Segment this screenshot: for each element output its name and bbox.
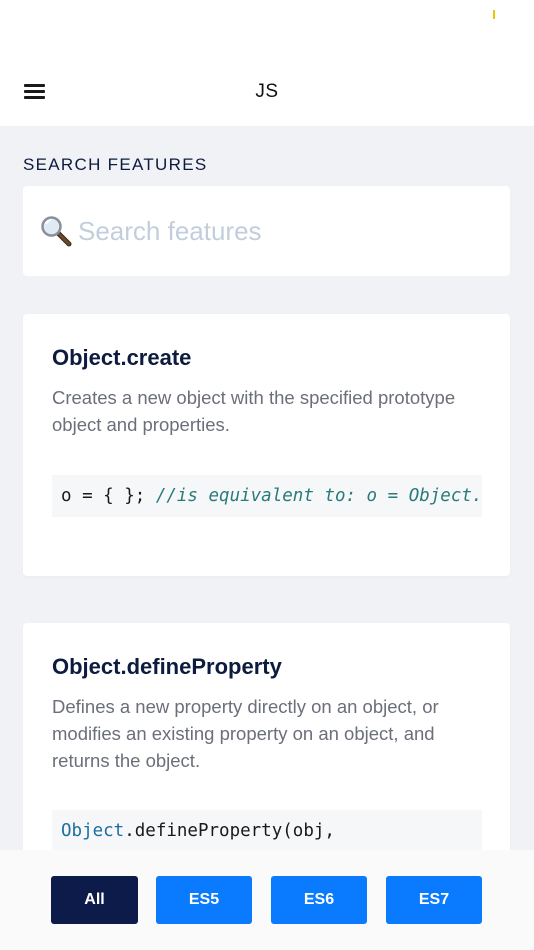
feature-description: Defines a new property directly on an ob… — [52, 696, 439, 771]
feature-card-object-create[interactable]: Object.create Creates a new object with … — [23, 314, 510, 576]
search-input[interactable] — [78, 210, 488, 252]
search-section-label: SEARCH FEATURES — [23, 155, 208, 174]
code-example: o = { }; //is equivalent to: o = Object.… — [52, 475, 482, 517]
page-title: JS — [255, 81, 279, 102]
feature-title: Object.create — [52, 345, 192, 370]
nav-bar: JS — [0, 60, 534, 126]
filter-es6-button[interactable]: ES6 — [271, 876, 367, 924]
filter-es7-button[interactable]: ES7 — [386, 876, 482, 924]
magnifying-glass-icon — [41, 216, 72, 247]
code-text: o = { }; — [61, 486, 156, 506]
feature-title: Object.defineProperty — [52, 654, 282, 679]
filter-es5-button[interactable]: ES5 — [156, 876, 252, 924]
code-comment: //is equivalent to: o = Object.create(Ob… — [155, 486, 482, 506]
feature-description: Creates a new object with the specified … — [52, 387, 456, 435]
filter-all-button[interactable]: All — [51, 876, 138, 924]
search-box[interactable] — [23, 186, 510, 276]
filter-bar: All ES5 ES6 ES7 — [0, 850, 534, 950]
status-indicator — [493, 10, 495, 19]
code-builtin: Object — [61, 821, 125, 841]
status-bar — [0, 0, 534, 60]
code-text: .defineProperty(obj, — [124, 821, 335, 841]
